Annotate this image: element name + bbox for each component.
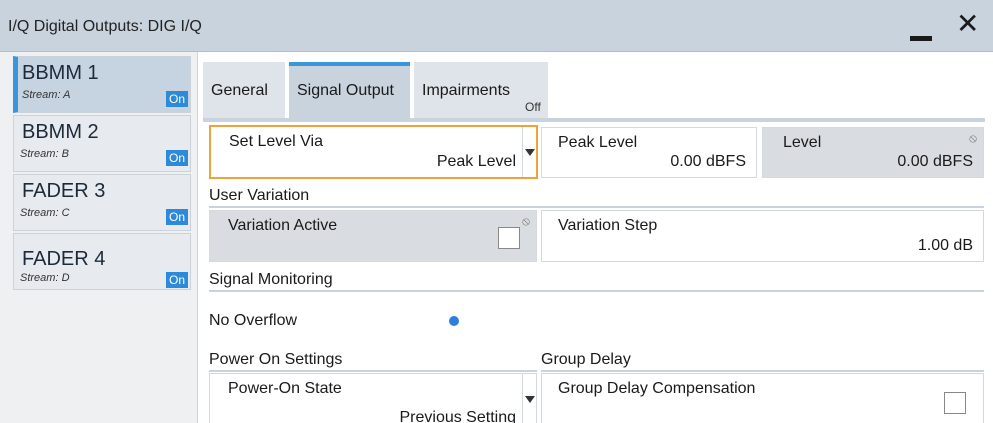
field-value: 0.00 dBFS bbox=[897, 153, 973, 170]
state-badge: On bbox=[165, 209, 188, 225]
sidebar-item-bbmm2[interactable]: BBMM 2 Stream: B On bbox=[13, 115, 191, 172]
sidebar-item-stream: Stream: A bbox=[22, 89, 71, 101]
tab-label: Signal Output bbox=[297, 82, 394, 99]
group-delay-compensation-checkbox[interactable] bbox=[944, 392, 966, 414]
state-badge: On bbox=[165, 150, 188, 166]
field-value: Peak Level bbox=[436, 153, 516, 170]
state-badge: On bbox=[165, 272, 188, 288]
field-label: Power-On State bbox=[228, 380, 342, 397]
variation-active-checkbox[interactable] bbox=[498, 227, 520, 249]
set-level-via-dropdown[interactable]: Set Level Via Peak Level bbox=[209, 125, 538, 179]
window-title: I/Q Digital Outputs: DIG I/Q bbox=[8, 18, 202, 35]
sidebar-item-name: FADER 3 bbox=[22, 180, 106, 202]
tab-impairments[interactable]: Impairments Off bbox=[414, 62, 548, 118]
field-label: Variation Step bbox=[558, 217, 658, 234]
disabled-icon: ⦸ bbox=[969, 131, 977, 145]
level-field: Level 0.00 dBFS ⦸ bbox=[762, 127, 984, 178]
minimize-icon[interactable] bbox=[910, 36, 932, 41]
field-label: Variation Active bbox=[228, 217, 338, 234]
impairments-state-badge: Off bbox=[525, 100, 541, 114]
overflow-led-icon bbox=[449, 316, 459, 326]
overflow-status-label: No Overflow bbox=[209, 312, 298, 329]
sidebar: BBMM 1 Stream: A On BBMM 2 Stream: B On … bbox=[0, 52, 198, 423]
field-label: Level bbox=[783, 134, 822, 151]
section-divider bbox=[209, 370, 537, 372]
section-user-variation: User Variation bbox=[209, 187, 310, 204]
field-value: 0.00 dBFS bbox=[670, 153, 746, 170]
tab-label: Impairments bbox=[422, 82, 511, 99]
close-icon[interactable]: ✕ bbox=[956, 10, 979, 38]
sidebar-item-stream: Stream: D bbox=[20, 272, 70, 284]
chevron-down-icon[interactable] bbox=[522, 374, 536, 423]
sidebar-item-stream: Stream: B bbox=[20, 148, 69, 160]
group-delay-compensation-field: Group Delay Compensation bbox=[541, 373, 984, 423]
section-divider bbox=[541, 370, 984, 372]
field-value: 1.00 dB bbox=[917, 237, 973, 254]
sidebar-item-fader4[interactable]: FADER 4 Stream: D On bbox=[13, 233, 191, 290]
title-bar: I/Q Digital Outputs: DIG I/Q ✕ bbox=[0, 0, 993, 52]
sidebar-item-stream: Stream: C bbox=[20, 207, 70, 219]
section-divider bbox=[209, 206, 984, 208]
sidebar-item-bbmm1[interactable]: BBMM 1 Stream: A On bbox=[13, 56, 191, 113]
state-badge: On bbox=[165, 91, 188, 107]
tab-signal-output[interactable]: Signal Output bbox=[289, 62, 410, 118]
variation-active-field: Variation Active ⦸ bbox=[209, 210, 537, 262]
sidebar-item-name: BBMM 2 bbox=[22, 121, 99, 143]
variation-step-field[interactable]: Variation Step 1.00 dB bbox=[541, 210, 984, 262]
tab-label: General bbox=[211, 82, 268, 99]
sidebar-item-name: BBMM 1 bbox=[22, 62, 99, 84]
tab-underline bbox=[203, 118, 985, 122]
peak-level-field: Peak Level 0.00 dBFS bbox=[541, 127, 757, 178]
sidebar-item-fader3[interactable]: FADER 3 Stream: C On bbox=[13, 174, 191, 231]
section-power-on-settings: Power On Settings bbox=[209, 351, 343, 368]
field-value: Previous Setting bbox=[399, 409, 516, 423]
tab-general[interactable]: General bbox=[203, 62, 285, 118]
field-label: Peak Level bbox=[558, 134, 638, 151]
sidebar-item-name: FADER 4 bbox=[22, 248, 106, 270]
field-label: Set Level Via bbox=[229, 133, 323, 150]
section-signal-monitoring: Signal Monitoring bbox=[209, 271, 333, 288]
section-group-delay: Group Delay bbox=[541, 351, 631, 368]
power-on-state-dropdown[interactable]: Power-On State Previous Setting bbox=[209, 373, 537, 423]
disabled-icon: ⦸ bbox=[522, 214, 530, 228]
field-label: Group Delay Compensation bbox=[558, 380, 756, 397]
chevron-down-icon[interactable] bbox=[522, 127, 536, 177]
section-divider bbox=[209, 290, 984, 292]
